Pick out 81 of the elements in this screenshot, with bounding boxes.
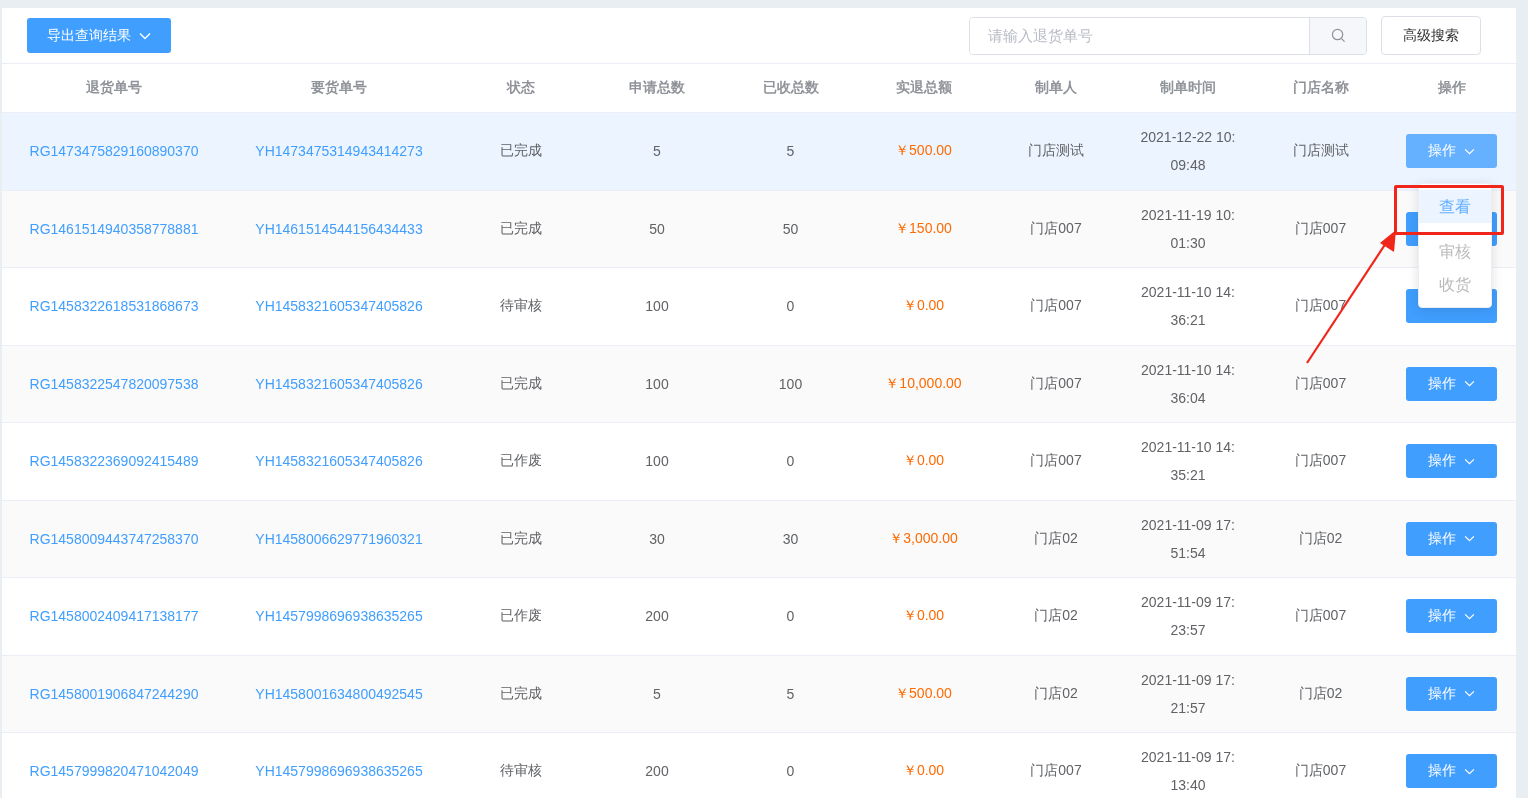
- column-header: 要货单号: [311, 79, 367, 97]
- time-text: 2021-11-10 14:: [1141, 438, 1235, 458]
- table-cell: 门店007: [1030, 374, 1082, 393]
- column-header: 操作: [1437, 79, 1466, 97]
- time-text: 09:48: [1170, 156, 1206, 176]
- table-cell: 门店007: [1294, 762, 1347, 781]
- table-cell: 100: [645, 453, 669, 470]
- status-text: 已完成: [500, 219, 542, 238]
- status-text: 已完成: [500, 529, 542, 548]
- table-cell: 门店007: [1030, 297, 1082, 316]
- table-cell: 5: [786, 143, 795, 160]
- table-cell: 门店007: [1294, 374, 1347, 393]
- table-cell: 门店007: [1294, 607, 1347, 626]
- time-text: 2021-11-19 10:: [1141, 205, 1235, 225]
- table-cell: 0: [786, 763, 795, 780]
- time-text: 51:54: [1170, 543, 1206, 563]
- table-cell: 50: [649, 220, 665, 237]
- time-text: 2021-11-09 17:: [1141, 748, 1235, 768]
- table-cell: 0: [786, 608, 795, 625]
- amount-text: ￥10,000.00: [885, 374, 962, 393]
- status-text: 已完成: [500, 374, 542, 393]
- table-cell: 门店007: [1030, 762, 1082, 781]
- amount-text: ￥500.00: [895, 684, 952, 703]
- table-cell: 5: [653, 143, 661, 160]
- table-cell: 门店02: [1034, 529, 1078, 548]
- time-text: 35:21: [1170, 466, 1206, 486]
- table-cell: 100: [778, 375, 803, 392]
- status-text: 已作废: [500, 607, 542, 626]
- time-text: 2021-12-22 10:: [1140, 128, 1236, 148]
- table-cell: 门店测试: [1292, 142, 1349, 161]
- table-cell: 100: [645, 298, 669, 315]
- amount-text: ￥0.00: [902, 452, 945, 471]
- column-header: 制单时间: [1160, 79, 1216, 97]
- table-cell: 门店007: [1030, 452, 1082, 471]
- table-cell: 门店007: [1294, 452, 1347, 471]
- time-text: 36:21: [1170, 311, 1206, 331]
- column-header: 制单人: [1035, 79, 1077, 97]
- table-cell: 30: [649, 530, 665, 547]
- table-cell: 200: [645, 608, 669, 625]
- time-text: 2021-11-09 17:: [1141, 593, 1235, 613]
- column-header: 门店名称: [1292, 79, 1349, 97]
- table-cell: 门店02: [1034, 684, 1078, 703]
- time-text: 2021-11-10 14:: [1141, 283, 1235, 303]
- column-header: 申请总数: [629, 79, 685, 97]
- table-cell: 门店02: [1298, 684, 1343, 703]
- status-text: 已完成: [500, 142, 542, 161]
- table-cell: 100: [645, 375, 669, 392]
- table-cell: 5: [786, 685, 795, 702]
- status-text: 待审核: [500, 297, 542, 316]
- table-cell: 门店007: [1294, 219, 1347, 238]
- time-text: 21:57: [1170, 698, 1206, 718]
- time-text: 23:57: [1170, 621, 1206, 641]
- time-text: 01:30: [1170, 233, 1206, 253]
- table-cell: 门店02: [1034, 607, 1078, 626]
- table-cell: 0: [786, 453, 795, 470]
- table-cell: 50: [782, 220, 799, 237]
- table-cell: 0: [786, 298, 795, 315]
- amount-text: ￥150.00: [895, 219, 952, 238]
- table-cell: 门店测试: [1028, 142, 1084, 161]
- table-cell: 门店007: [1030, 219, 1082, 238]
- amount-text: ￥500.00: [895, 142, 952, 161]
- table-cell: 200: [645, 763, 669, 780]
- amount-text: ￥0.00: [902, 607, 945, 626]
- time-text: 13:40: [1170, 776, 1206, 796]
- time-text: 2021-11-09 17:: [1141, 670, 1235, 690]
- amount-text: ￥0.00: [902, 297, 945, 316]
- amount-text: ￥0.00: [902, 762, 945, 781]
- time-text: 36:04: [1170, 388, 1206, 408]
- time-text: 2021-11-10 14:: [1141, 360, 1235, 380]
- status-text: 待审核: [500, 762, 542, 781]
- column-header: 状态: [507, 79, 535, 97]
- table-cell: 门店02: [1298, 529, 1343, 548]
- time-text: 2021-11-09 17:: [1141, 515, 1235, 535]
- table-cell: 30: [782, 530, 799, 547]
- status-text: 已作废: [500, 452, 542, 471]
- column-header: 退货单号: [86, 79, 142, 97]
- amount-text: ￥3,000.00: [889, 529, 958, 548]
- status-text: 已完成: [500, 684, 542, 703]
- column-header: 实退总额: [895, 79, 952, 97]
- column-header: 已收总数: [762, 79, 819, 97]
- table-cell: 5: [653, 685, 661, 702]
